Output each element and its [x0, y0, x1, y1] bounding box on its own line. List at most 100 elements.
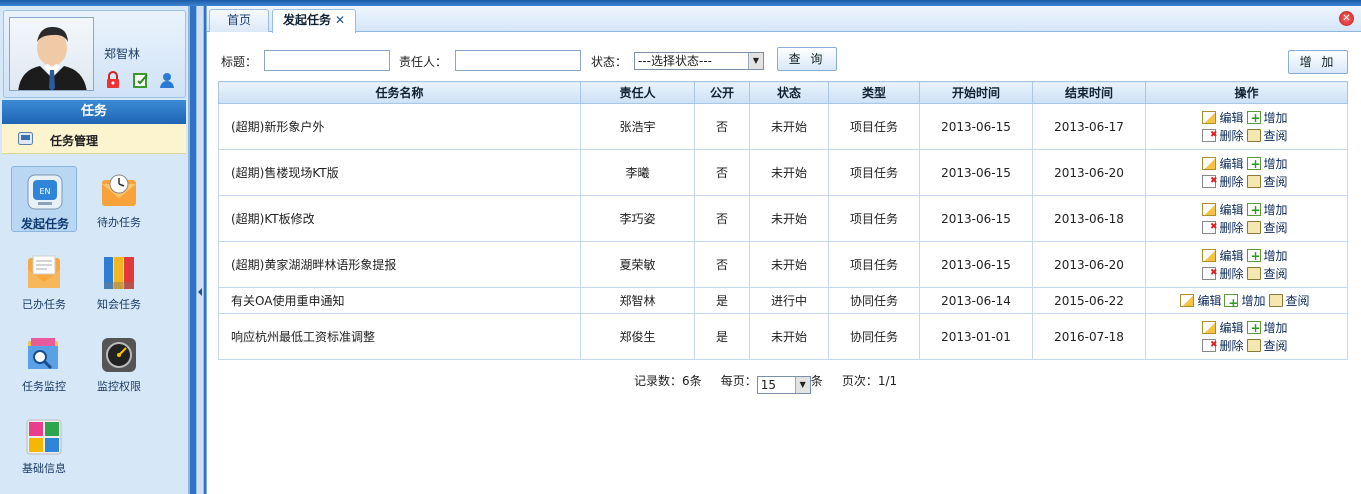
- header-end-time[interactable]: 结束时间: [1032, 81, 1146, 104]
- close-all-icon[interactable]: ✕: [1339, 11, 1354, 26]
- nav-pending-task[interactable]: 待办任务: [86, 166, 152, 232]
- status-select[interactable]: ---选择状态--- ▼: [634, 52, 764, 70]
- lock-icon[interactable]: [104, 71, 122, 89]
- delete-icon: [1202, 172, 1217, 190]
- add-link[interactable]: 增加: [1246, 247, 1288, 265]
- cell-task-name[interactable]: 有关OA使用重申通知: [218, 287, 581, 314]
- delete-label: 删除: [1219, 266, 1244, 281]
- cell-task-name[interactable]: 响应杭州最低工资标准调整: [218, 313, 581, 360]
- view-label: 查阅: [1263, 266, 1288, 281]
- edit-icon: [1202, 320, 1217, 334]
- table-row: (超期)新形象户外 张浩宇 否 未开始 项目任务 2013-06-15 2013…: [218, 103, 1348, 150]
- delete-link[interactable]: 删除: [1202, 336, 1244, 355]
- add-icon: [1246, 155, 1261, 173]
- status-label: 状态：: [591, 55, 628, 69]
- view-link[interactable]: 查阅: [1246, 173, 1288, 191]
- tab-start-task[interactable]: 发起任务 ✕: [272, 9, 356, 33]
- delete-link[interactable]: 删除: [1202, 172, 1244, 191]
- cell-end: 2013-06-20: [1032, 149, 1146, 196]
- left-panel: 郑智林 任务 任务管理 EN 发起任务 待办任务 已办任务 知会任务 任务监控 …: [0, 6, 190, 494]
- header-task-name[interactable]: 任务名称: [218, 81, 581, 104]
- add-link[interactable]: 增加: [1246, 109, 1288, 127]
- cell-type: 协同任务: [828, 287, 920, 314]
- add-link[interactable]: 增加: [1246, 201, 1288, 219]
- sidebar-collapse-handle[interactable]: [196, 6, 204, 494]
- nav-start-task[interactable]: EN 发起任务: [11, 166, 77, 232]
- cell-actions: 编辑 增加 删除 查阅: [1145, 103, 1348, 150]
- nav-monitor-permission-label: 监控权限: [97, 380, 141, 393]
- gauge-icon: [100, 336, 138, 374]
- book-open-icon: [1246, 338, 1261, 352]
- table-row: 响应杭州最低工资标准调整 郑俊生 是 未开始 协同任务 2013-01-01 2…: [218, 313, 1348, 360]
- add-link[interactable]: 增加: [1224, 292, 1266, 310]
- cell-task-name[interactable]: (超期)黄家湖湖畔林语形象提报: [218, 241, 581, 288]
- cell-task-name[interactable]: (超期)新形象户外: [218, 103, 581, 150]
- cell-task-name[interactable]: (超期)售楼现场KT版: [218, 149, 581, 196]
- cell-actions: 编辑 增加 删除 查阅: [1145, 149, 1348, 196]
- view-link[interactable]: 查阅: [1246, 337, 1288, 355]
- edit-link[interactable]: 编辑: [1202, 247, 1244, 265]
- delete-link[interactable]: 删除: [1202, 126, 1244, 145]
- delete-link[interactable]: 删除: [1202, 218, 1244, 237]
- chevron-down-icon: ▼: [748, 53, 763, 69]
- cell-end: 2013-06-20: [1032, 241, 1146, 288]
- edit-icon: [1202, 248, 1217, 262]
- cell-owner: 李巧姿: [580, 195, 695, 242]
- cell-type: 协同任务: [828, 313, 920, 360]
- edit-link[interactable]: 编辑: [1202, 201, 1244, 219]
- nav-notify-task[interactable]: 知会任务: [86, 248, 152, 314]
- tab-close-icon[interactable]: ✕: [335, 13, 345, 27]
- nav-basic-info[interactable]: 基础信息: [11, 412, 77, 478]
- add-button[interactable]: 增 加: [1288, 50, 1348, 74]
- nav-monitor-permission[interactable]: 监控权限: [86, 330, 152, 396]
- user-info-box: 郑智林: [3, 10, 186, 98]
- view-label: 查阅: [1263, 128, 1288, 143]
- edit-link[interactable]: 编辑: [1180, 292, 1221, 309]
- view-link[interactable]: 查阅: [1246, 127, 1288, 145]
- view-label: 查阅: [1263, 338, 1288, 353]
- cell-type: 项目任务: [828, 149, 920, 196]
- nav-task-monitor-label: 任务监控: [22, 380, 66, 393]
- page-indicator: 页次：1/1: [841, 374, 898, 388]
- page-size-select[interactable]: 15 ▼: [756, 376, 811, 394]
- cell-public: 否: [694, 241, 750, 288]
- edit-profile-icon[interactable]: [132, 71, 150, 89]
- cell-end: 2015-06-22: [1032, 287, 1146, 314]
- header-status[interactable]: 状态: [749, 81, 829, 104]
- edit-link[interactable]: 编辑: [1202, 319, 1244, 337]
- view-link[interactable]: 查阅: [1246, 265, 1288, 283]
- envelope-icon: [25, 254, 63, 292]
- tab-home[interactable]: 首页: [209, 9, 269, 32]
- cell-start: 2013-06-14: [919, 287, 1033, 314]
- user-name: 郑智林: [104, 47, 141, 61]
- alarm-clock-icon: [100, 172, 138, 210]
- cell-type: 项目任务: [828, 103, 920, 150]
- view-link[interactable]: 查阅: [1246, 219, 1288, 237]
- header-public[interactable]: 公开: [694, 81, 750, 104]
- add-link[interactable]: 增加: [1246, 319, 1288, 337]
- user-icon[interactable]: [158, 71, 176, 89]
- header-owner[interactable]: 责任人: [580, 81, 695, 104]
- tab-start-task-label: 发起任务: [282, 13, 331, 27]
- section-title-task[interactable]: 任务: [2, 100, 186, 124]
- nav-done-task[interactable]: 已办任务: [11, 248, 77, 314]
- delete-link[interactable]: 删除: [1202, 264, 1244, 283]
- delete-icon: [1202, 218, 1217, 236]
- nav-task-monitor[interactable]: 任务监控: [11, 330, 77, 396]
- add-link[interactable]: 增加: [1246, 155, 1288, 173]
- tab-home-label: 首页: [226, 13, 251, 27]
- status-select-value: ---选择状态---: [638, 54, 712, 68]
- main-panel: 首页 发起任务 ✕ ✕ 标题： 责任人： 状态： ---选择状态--- ▼ 查 询…: [206, 6, 1361, 494]
- edit-label: 编辑: [1197, 294, 1222, 308]
- title-input[interactable]: [264, 50, 390, 71]
- edit-link[interactable]: 编辑: [1202, 155, 1244, 173]
- header-type[interactable]: 类型: [828, 81, 920, 104]
- cell-task-name[interactable]: (超期)KT板修改: [218, 195, 581, 242]
- header-start-time[interactable]: 开始时间: [919, 81, 1033, 104]
- owner-input[interactable]: [455, 50, 581, 71]
- query-button[interactable]: 查 询: [777, 47, 837, 71]
- edit-link[interactable]: 编辑: [1202, 109, 1244, 127]
- view-link[interactable]: 查阅: [1268, 292, 1310, 309]
- menu-task-management[interactable]: 任务管理: [2, 124, 186, 154]
- tab-bar: 首页 发起任务 ✕ ✕: [207, 6, 1361, 33]
